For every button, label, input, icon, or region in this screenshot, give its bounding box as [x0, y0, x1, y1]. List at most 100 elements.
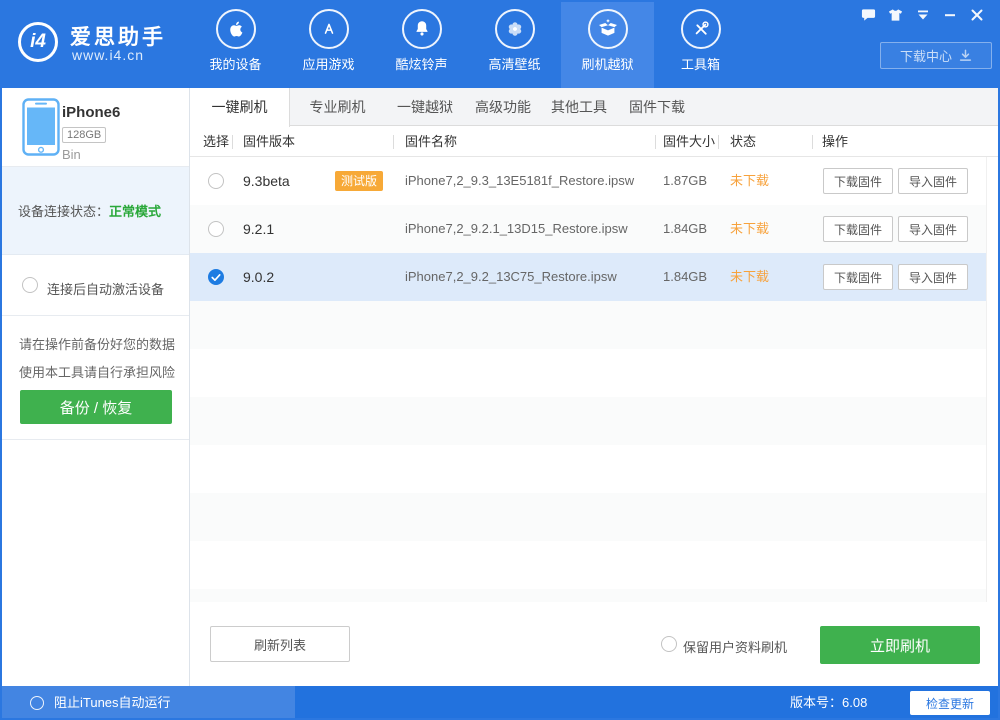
nav-item-flash-jailbreak[interactable]: 刷机越狱	[561, 0, 654, 88]
empty-row	[190, 493, 986, 541]
window-controls	[861, 8, 984, 22]
download-firmware-button[interactable]: 下载固件	[823, 264, 893, 290]
tab-pro-flash[interactable]: 专业刷机	[290, 88, 385, 126]
backup-restore-button[interactable]: 备份 / 恢复	[20, 390, 172, 424]
download-firmware-button[interactable]: 下载固件	[823, 216, 893, 242]
import-firmware-button[interactable]: 导入固件	[898, 264, 968, 290]
bottom-action-bar: 刷新列表 保留用户资料刷机 立即刷机	[190, 602, 998, 686]
nav-item-ringtones[interactable]: 酷炫铃声	[375, 0, 468, 88]
auto-activate-section: 连接后自动激活设备	[2, 255, 189, 316]
check-update-button[interactable]: 检查更新	[910, 691, 990, 715]
nav-item-toolbox[interactable]: 工具箱	[654, 0, 747, 88]
close-icon[interactable]	[969, 8, 984, 22]
version-text: 版本号：6.08	[790, 695, 868, 710]
import-firmware-button[interactable]: 导入固件	[898, 216, 968, 242]
app-logo-icon: i4	[18, 22, 58, 62]
firmware-version: 9.0.2	[243, 269, 275, 285]
beta-badge: 测试版	[335, 171, 384, 191]
main-nav: 我的设备 应用游戏 酷炫铃声 高清壁纸 刷机越狱 工具箱	[189, 0, 747, 88]
firmware-list: 9.3beta 测试版 iPhone7,2_9.3_13E5181f_Resto…	[190, 157, 998, 603]
tshirt-skin-icon[interactable]	[888, 8, 903, 22]
firmware-version: 9.2.1	[243, 221, 275, 237]
firmware-name: iPhone7,2_9.2_13C75_Restore.ipsw	[405, 269, 617, 284]
nav-item-apps-games[interactable]: 应用游戏	[282, 0, 375, 88]
tab-one-click-flash[interactable]: 一键刷机	[190, 88, 290, 127]
auto-activate-radio[interactable]	[22, 277, 38, 293]
table-row[interactable]: 9.3beta 测试版 iPhone7,2_9.3_13E5181f_Resto…	[190, 157, 986, 205]
firmware-size: 1.84GB	[663, 269, 708, 284]
flash-now-button[interactable]: 立即刷机	[820, 626, 980, 664]
download-status: 未下载	[730, 173, 770, 188]
device-capacity-badge: 128GB	[62, 127, 107, 143]
footer-left-section: 阻止iTunes自动运行	[0, 686, 295, 720]
connection-status-value: 正常模式	[109, 204, 162, 219]
refresh-list-button[interactable]: 刷新列表	[210, 626, 350, 662]
flower-icon	[494, 9, 535, 49]
block-itunes-label: 阻止iTunes自动运行	[54, 695, 171, 710]
col-firmware-name: 固件名称	[405, 134, 458, 149]
connection-status-section: 设备连接状态： 正常模式	[2, 167, 189, 255]
empty-row	[190, 349, 986, 397]
firmware-size: 1.87GB	[663, 173, 708, 188]
import-firmware-button[interactable]: 导入固件	[898, 168, 968, 194]
logo-badge-text: i4	[30, 31, 46, 52]
flash-tabs: 一键刷机 专业刷机 一键越狱 高级功能 其他工具 固件下载	[190, 88, 998, 127]
tab-other-tools[interactable]: 其他工具	[541, 88, 617, 126]
col-firmware-size: 固件大小	[663, 134, 716, 149]
keep-user-data-radio[interactable]	[661, 636, 677, 652]
app-header: i4 爱思助手 www.i4.cn 我的设备 应用游戏 酷炫铃声 高清壁纸 刷机…	[0, 0, 1000, 88]
feedback-bubble-icon[interactable]	[861, 8, 876, 22]
firmware-size: 1.84GB	[663, 221, 708, 236]
row-select-radio[interactable]	[208, 221, 224, 237]
warning-text-line1: 请在操作前备份好您的数据	[19, 337, 176, 352]
download-center-label: 下载中心	[899, 49, 952, 64]
minimize-icon[interactable]	[942, 8, 957, 22]
nav-label: 我的设备	[209, 57, 262, 72]
download-firmware-button[interactable]: 下载固件	[823, 168, 893, 194]
col-status: 状态	[730, 134, 757, 149]
download-icon	[959, 49, 972, 61]
auto-activate-label: 连接后自动激活设备	[47, 282, 165, 297]
device-name: iPhone6	[62, 104, 121, 121]
backup-warning-section: 请在操作前备份好您的数据 使用本工具请自行承担风险 备份 / 恢复	[2, 316, 189, 440]
download-status: 未下载	[730, 269, 770, 284]
tab-firmware-download[interactable]: 固件下载	[617, 88, 697, 126]
device-owner: Bin	[62, 147, 81, 162]
device-info-section: iPhone6 128GB Bin	[2, 88, 189, 167]
firmware-name: iPhone7,2_9.2.1_13D15_Restore.ipsw	[405, 221, 628, 236]
col-select: 选择	[203, 134, 230, 149]
minimize-tray-icon[interactable]	[915, 8, 930, 22]
iphone-icon	[22, 98, 60, 161]
scrollbar-track	[986, 157, 998, 603]
tab-advanced[interactable]: 高级功能	[465, 88, 541, 126]
status-footer: 阻止iTunes自动运行 版本号：6.08 检查更新	[0, 686, 1000, 720]
row-select-radio[interactable]	[208, 173, 224, 189]
firmware-version: 9.3beta	[243, 173, 290, 189]
app-url: www.i4.cn	[72, 47, 145, 63]
table-row-selected[interactable]: 9.0.2 iPhone7,2_9.2_13C75_Restore.ipsw 1…	[190, 253, 986, 301]
keep-user-data-label: 保留用户资料刷机	[683, 640, 788, 655]
nav-label: 刷机越狱	[581, 57, 634, 72]
download-status: 未下载	[730, 221, 770, 236]
device-sidebar: iPhone6 128GB Bin 设备连接状态： 正常模式 连接后自动激活设备 …	[2, 88, 190, 686]
nav-label: 酷炫铃声	[395, 57, 448, 72]
col-operation: 操作	[822, 134, 849, 149]
row-select-radio-checked[interactable]	[208, 269, 224, 285]
toolbox-icon	[680, 9, 721, 49]
empty-row	[190, 301, 986, 349]
main-content: 一键刷机 专业刷机 一键越狱 高级功能 其他工具 固件下载 选择 固件版本 固件名称 固件…	[190, 88, 998, 686]
connection-status-label: 设备连接状态：	[18, 204, 110, 219]
table-row[interactable]: 9.2.1 iPhone7,2_9.2.1_13D15_Restore.ipsw…	[190, 205, 986, 253]
bell-icon	[401, 9, 442, 49]
table-header: 选择 固件版本 固件名称 固件大小 状态 操作	[190, 127, 998, 157]
openbox-icon	[587, 9, 628, 49]
apple-icon	[215, 9, 256, 49]
download-center-button[interactable]: 下载中心	[880, 42, 992, 69]
block-itunes-radio[interactable]	[30, 696, 44, 710]
nav-item-my-device[interactable]: 我的设备	[189, 0, 282, 88]
tab-one-click-jailbreak[interactable]: 一键越狱	[385, 88, 465, 126]
appstore-icon	[308, 9, 349, 49]
firmware-name: iPhone7,2_9.3_13E5181f_Restore.ipsw	[405, 173, 635, 188]
col-firmware-version: 固件版本	[243, 134, 296, 149]
nav-item-wallpapers[interactable]: 高清壁纸	[468, 0, 561, 88]
